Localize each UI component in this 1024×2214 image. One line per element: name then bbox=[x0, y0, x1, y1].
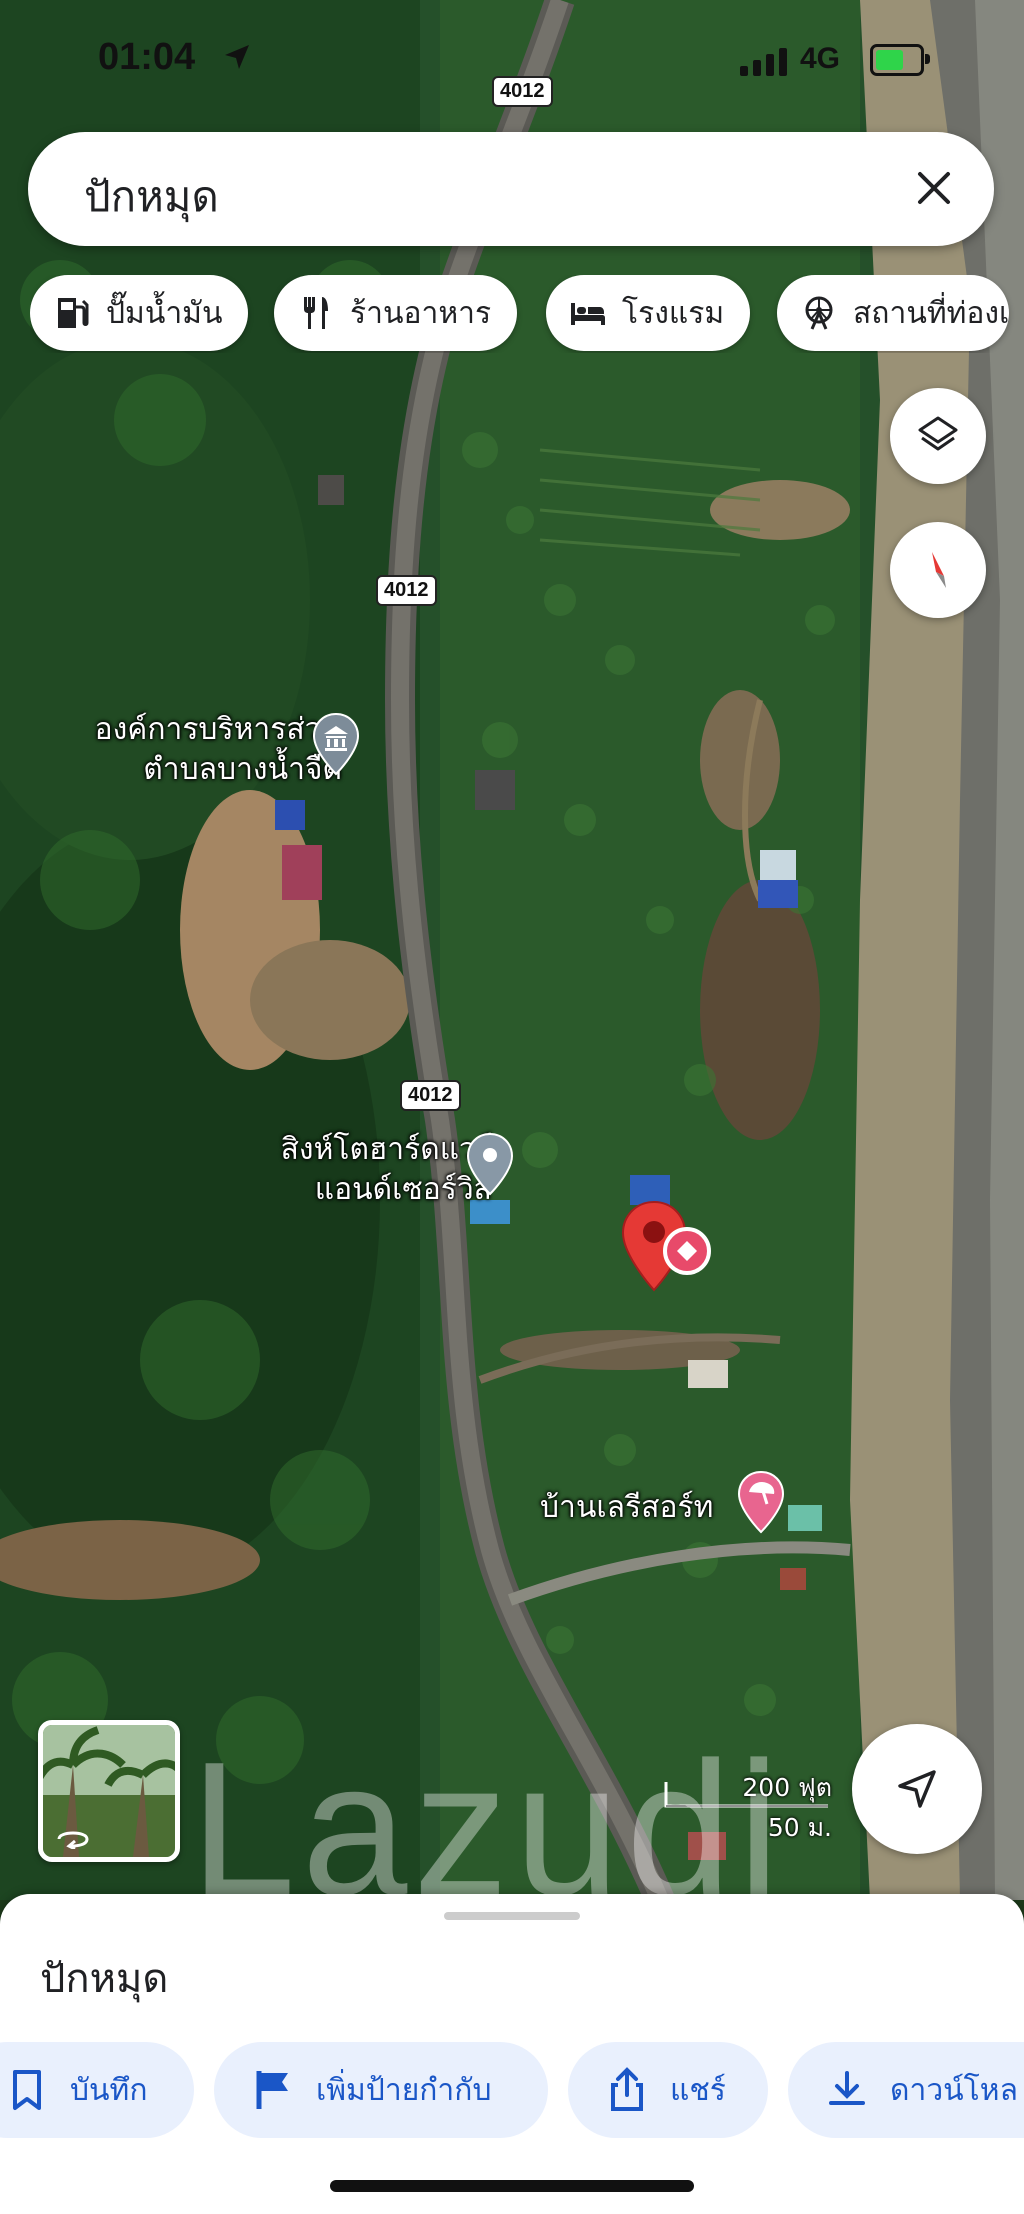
drag-handle[interactable] bbox=[444, 1912, 580, 1920]
download-icon bbox=[829, 2071, 865, 2105]
place-bottom-sheet[interactable]: ปักหมุด บันทึก เพิ่มป้ายกำกับ แชร์ ดาวน์… bbox=[0, 1894, 1024, 2214]
category-chips: ปั๊มน้ำมัน ร้านอาหาร โรงแรม สถานที่ท่องเ bbox=[30, 275, 1024, 353]
layers-icon bbox=[918, 416, 958, 451]
my-location-button[interactable] bbox=[852, 1724, 982, 1854]
street-view-thumbnail[interactable] bbox=[38, 1720, 180, 1862]
pinned-tag-icon bbox=[663, 1227, 711, 1275]
poi-label-line: ตำบลบางน้ำจืด bbox=[143, 752, 342, 787]
status-bar: 01:04 4G bbox=[0, 0, 1024, 120]
street-view-360-icon bbox=[57, 1831, 89, 1849]
chip-fuel[interactable]: ปั๊มน้ำมัน bbox=[30, 275, 249, 351]
layers-button[interactable] bbox=[890, 388, 986, 484]
fuel-pump-icon bbox=[58, 298, 89, 328]
place-title: ปักหมุด bbox=[40, 1956, 169, 2002]
restaurant-icon bbox=[304, 297, 328, 329]
download-button[interactable]: ดาวน์โหล bbox=[788, 2042, 1024, 2138]
add-label-label: เพิ่มป้ายกำกับ bbox=[316, 2072, 492, 2108]
network-type: 4G bbox=[800, 42, 841, 75]
chip-label: สถานที่ท่องเ bbox=[853, 295, 1010, 331]
save-button[interactable]: บันทึก bbox=[0, 2042, 194, 2138]
chip-restaurant[interactable]: ร้านอาหาร bbox=[274, 275, 518, 351]
poi-label-line: แอนด์เซอร์วิส bbox=[314, 1172, 492, 1207]
poi-label-line: สิงห์โตฮาร์ดแวร์ bbox=[280, 1132, 492, 1167]
home-indicator[interactable] bbox=[330, 2180, 694, 2192]
hotel-bed-icon bbox=[571, 303, 605, 325]
battery-icon bbox=[870, 44, 930, 76]
chip-label: โรงแรม bbox=[622, 295, 725, 331]
road-shield: 4012 bbox=[400, 1080, 461, 1111]
chip-attractions[interactable]: สถานที่ท่องเ bbox=[777, 275, 1010, 351]
action-buttons: บันทึก เพิ่มป้ายกำกับ แชร์ ดาวน์โหล bbox=[0, 2042, 1024, 2142]
watermark: Lazudi bbox=[190, 1723, 786, 1900]
chip-hotel[interactable]: โรงแรม bbox=[546, 275, 751, 351]
share-button[interactable]: แชร์ bbox=[568, 2042, 768, 2138]
cellular-signal-icon bbox=[740, 48, 787, 76]
compass-button[interactable] bbox=[890, 522, 986, 618]
road-shield: 4012 bbox=[376, 575, 437, 606]
poi-label-resort[interactable]: บ้านเลรีสอร์ท bbox=[540, 1488, 713, 1528]
download-label: ดาวน์โหล bbox=[890, 2072, 1018, 2108]
save-label: บันทึก bbox=[70, 2072, 148, 2108]
location-arrow-icon bbox=[225, 45, 249, 69]
flag-icon bbox=[256, 2071, 288, 2109]
close-icon[interactable] bbox=[908, 162, 960, 214]
resort-umbrella-icon[interactable] bbox=[736, 1470, 786, 1534]
chip-label: ร้านอาหาร bbox=[350, 295, 492, 331]
poi-label-hardware-store[interactable]: สิงห์โตฮาร์ดแวร์ แอนด์เซอร์วิส bbox=[230, 1130, 492, 1210]
search-bar[interactable]: ปักหมุด bbox=[28, 132, 994, 246]
chip-label: ปั๊มน้ำมัน bbox=[106, 295, 223, 331]
search-input[interactable]: ปักหมุด bbox=[84, 164, 219, 230]
government-building-icon[interactable] bbox=[312, 712, 360, 776]
status-time: 01:04 bbox=[98, 36, 196, 78]
compass-icon bbox=[932, 552, 946, 588]
share-icon bbox=[611, 2067, 643, 2111]
navigation-arrow-icon bbox=[898, 1770, 936, 1808]
attraction-icon bbox=[805, 296, 833, 330]
place-pin-icon[interactable] bbox=[466, 1132, 514, 1196]
bookmark-icon bbox=[13, 2070, 41, 2110]
share-label: แชร์ bbox=[670, 2072, 726, 2108]
add-label-button[interactable]: เพิ่มป้ายกำกับ bbox=[214, 2042, 548, 2138]
poi-label-subdistrict-office[interactable]: องค์การบริหารส่วน ตำบลบางน้ำจืด bbox=[42, 710, 342, 790]
poi-label-line: องค์การบริหารส่วน bbox=[94, 712, 342, 747]
